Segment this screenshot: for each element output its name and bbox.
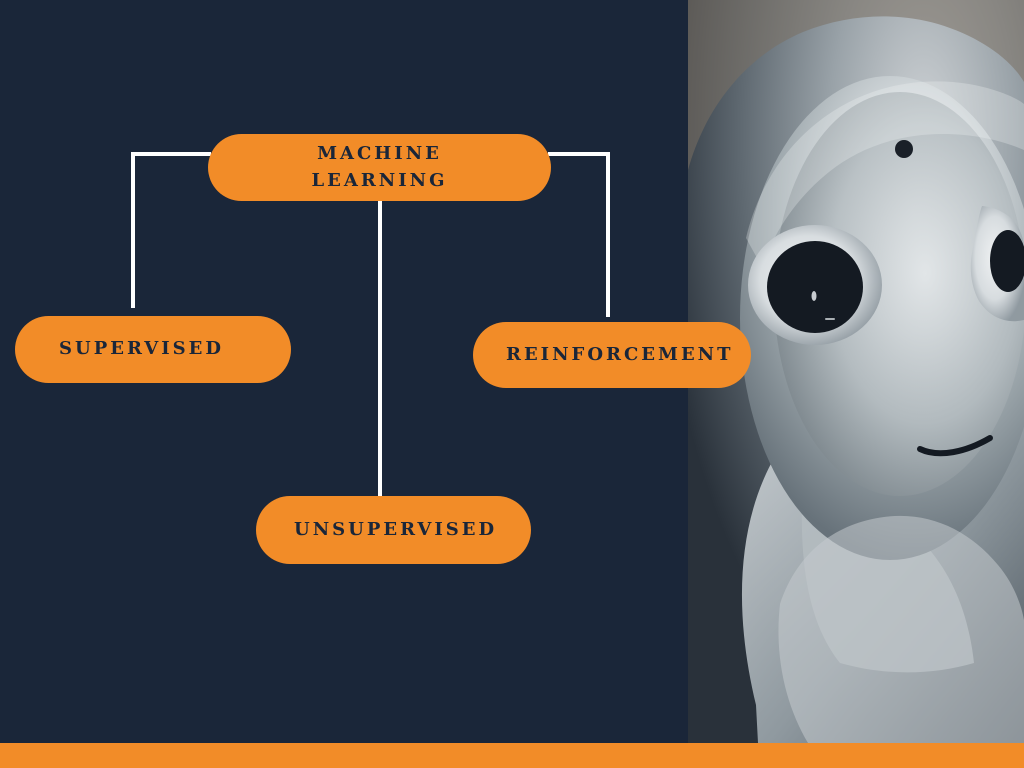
diagram-panel: MACHINE LEARNING SUPERVISED REINFORCEMEN… — [0, 0, 751, 743]
connector-root-left-vertical — [131, 152, 135, 308]
connector-root-left-horizontal — [131, 152, 211, 156]
node-unsupervised-label: UNSUPERVISED — [294, 518, 498, 540]
node-machine-learning-line2: LEARNING — [311, 169, 448, 191]
node-supervised-label: SUPERVISED — [59, 338, 224, 360]
connector-root-right-horizontal — [548, 152, 610, 156]
node-machine-learning: MACHINE LEARNING — [208, 134, 551, 201]
connector-root-down-vertical — [378, 200, 382, 496]
node-machine-learning-line1: MACHINE — [317, 143, 442, 165]
node-reinforcement-label: REINFORCEMENT — [506, 343, 734, 365]
bottom-accent-bar — [0, 743, 1024, 768]
node-supervised: SUPERVISED — [15, 316, 291, 383]
node-reinforcement: REINFORCEMENT — [473, 322, 751, 388]
connector-root-right-vertical — [606, 152, 610, 317]
node-unsupervised: UNSUPERVISED — [256, 496, 531, 564]
